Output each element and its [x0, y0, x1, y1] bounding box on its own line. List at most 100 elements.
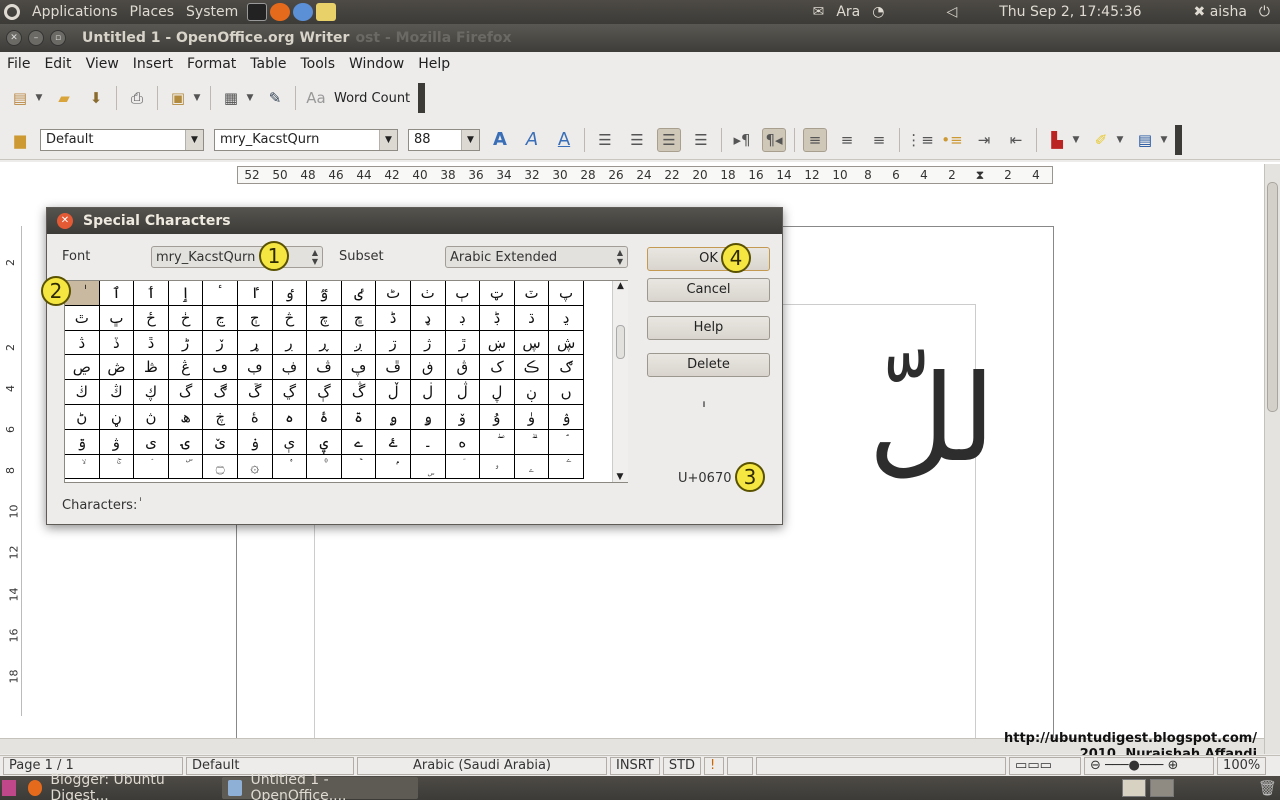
firefox-launcher-icon[interactable]	[270, 3, 291, 21]
styles-and-formatting-icon[interactable]: ▆	[8, 128, 32, 152]
character-cell[interactable]: ۦ	[514, 454, 550, 480]
user-menu[interactable]: ✖ aisha	[1194, 4, 1247, 20]
ruler-indent-marker-icon[interactable]: ⧗	[966, 168, 994, 183]
align-middle-icon[interactable]: ≡	[835, 128, 859, 152]
character-cell[interactable]: ڽ	[134, 404, 169, 430]
align-center-icon[interactable]: ☰	[625, 128, 649, 152]
character-cell[interactable]: ے	[341, 429, 377, 455]
character-cell[interactable]: ۗ	[514, 429, 550, 455]
menu-file[interactable]: File	[0, 56, 37, 72]
ubuntu-logo-icon[interactable]	[4, 4, 20, 20]
numbering-icon[interactable]: ⋮≡	[906, 128, 934, 152]
character-cell[interactable]: ڌ	[514, 305, 550, 331]
character-cell[interactable]: ۊ	[65, 429, 100, 455]
table-dropdown-icon[interactable]: ▼	[245, 86, 255, 110]
character-cell[interactable]: ۟	[272, 454, 308, 480]
font-name-combo[interactable]: mry_KacstQurn ▼	[214, 128, 398, 151]
character-cell[interactable]: ڀ	[99, 305, 135, 331]
vertical-ruler[interactable]: 2 2 4 6 8 10 12 14 16 18	[4, 226, 22, 716]
dialog-font-select[interactable]: mry_KacstQurn ▲ ▼	[151, 246, 323, 268]
digital-signature-field[interactable]	[727, 757, 754, 775]
character-cell[interactable]: ٸ	[341, 281, 377, 306]
font-color-icon[interactable]: ▙	[1045, 128, 1069, 152]
menu-format[interactable]: Format	[180, 56, 243, 72]
character-cell[interactable]: ٿ	[65, 305, 100, 331]
character-cell[interactable]: ۇ	[480, 404, 515, 430]
character-cell[interactable]: ۑ	[307, 429, 342, 455]
menu-view[interactable]: View	[79, 56, 126, 72]
character-cell[interactable]: ۞	[237, 454, 273, 480]
character-cell[interactable]: ۝	[203, 454, 238, 480]
character-cell[interactable]: ڒ	[203, 330, 238, 356]
zoom-level[interactable]: 100%	[1217, 757, 1267, 775]
character-cell[interactable]: ۙ	[65, 454, 100, 480]
character-cell[interactable]: ڲ	[272, 380, 308, 405]
character-cell[interactable]: ە	[445, 429, 481, 455]
character-cell[interactable]: ڶ	[410, 380, 446, 405]
insert-mode[interactable]: INSRT	[610, 757, 660, 775]
delete-button[interactable]: Delete	[647, 353, 770, 377]
character-cell[interactable]: ځ	[134, 305, 169, 331]
character-cell[interactable]: ڦ	[376, 355, 411, 381]
show-desktop-icon[interactable]	[2, 780, 16, 796]
italic-icon[interactable]: A	[520, 128, 544, 152]
font-color-dropdown-icon[interactable]: ▼	[1071, 128, 1081, 152]
menu-window[interactable]: Window	[342, 56, 411, 72]
character-cell[interactable]: ہ	[272, 404, 308, 430]
menu-places[interactable]: Places	[124, 4, 181, 20]
character-cell[interactable]: ڗ	[376, 330, 411, 356]
character-cell[interactable]: ڑ	[168, 330, 204, 356]
paragraph-style-combo[interactable]: Default ▼	[40, 128, 204, 151]
character-cell[interactable]: ڜ	[549, 330, 584, 356]
character-cell[interactable]: ی	[134, 429, 169, 455]
character-cell[interactable]: ڟ	[134, 355, 169, 381]
character-cell[interactable]: ښ	[480, 330, 515, 356]
character-cell[interactable]: ڎ	[65, 330, 100, 356]
character-cell[interactable]: ڷ	[445, 380, 481, 405]
character-cell[interactable]: ۘ	[549, 429, 584, 455]
character-cell[interactable]: ڤ	[307, 355, 342, 381]
menu-system[interactable]: System	[180, 4, 244, 20]
horizontal-ruler[interactable]: 52 50 48 46 44 42 40 38 36 34 32 30 28 2…	[237, 166, 1053, 184]
character-cell[interactable]: ڭ	[99, 380, 135, 405]
character-cell[interactable]: څ	[272, 305, 308, 331]
show-draw-functions-icon[interactable]: ✎	[263, 86, 287, 110]
character-cell[interactable]: ڮ	[134, 380, 169, 405]
underline-icon[interactable]: A	[552, 128, 576, 152]
character-cell[interactable]: ۡ	[341, 454, 377, 480]
background-color-dropdown-icon[interactable]: ▼	[1159, 128, 1169, 152]
character-cell[interactable]: ۀ	[237, 404, 273, 430]
character-cell[interactable]: ڨ	[445, 355, 481, 381]
character-cell[interactable]: ڊ	[445, 305, 481, 331]
character-cell[interactable]: ٵ	[237, 281, 273, 306]
menu-insert[interactable]: Insert	[126, 56, 180, 72]
clock[interactable]: Thu Sep 2, 17:45:36	[999, 4, 1141, 20]
character-cell[interactable]: ڞ	[99, 355, 135, 381]
character-cell[interactable]: ک	[480, 355, 515, 381]
chromium-launcher-icon[interactable]	[293, 3, 314, 21]
character-cell[interactable]: ڝ	[65, 355, 100, 381]
character-cell[interactable]: ٽ	[514, 281, 550, 306]
character-cell[interactable]: ڈ	[376, 305, 411, 331]
character-cell[interactable]: ڳ	[307, 380, 342, 405]
character-cell[interactable]: ۋ	[99, 429, 135, 455]
character-cell[interactable]: ۅ	[410, 404, 446, 430]
character-cell[interactable]: ۜ	[168, 454, 204, 480]
cancel-button[interactable]: Cancel	[647, 278, 770, 302]
help-button[interactable]: Help	[647, 316, 770, 340]
toolbar-overflow-handle[interactable]	[418, 83, 426, 113]
scrollbar-thumb[interactable]	[616, 325, 625, 359]
character-cell[interactable]: ڪ	[514, 355, 550, 381]
character-cell[interactable]: ۈ	[514, 404, 550, 430]
volume-icon[interactable]: ◁	[946, 4, 957, 20]
character-cell[interactable]: ڔ	[272, 330, 308, 356]
keyboard-layout[interactable]: Ara	[836, 4, 860, 20]
paste-icon[interactable]: ▣	[166, 86, 190, 110]
window-close-button[interactable]: ✕	[6, 30, 22, 46]
word-count-button[interactable]: Word Count	[334, 91, 410, 106]
character-cell[interactable]: ڱ	[237, 380, 273, 405]
scroll-up-icon[interactable]: ▲	[613, 281, 628, 291]
chevron-down-icon[interactable]: ▼	[461, 129, 479, 150]
menu-tools[interactable]: Tools	[294, 56, 343, 72]
character-cell[interactable]: ڛ	[514, 330, 550, 356]
